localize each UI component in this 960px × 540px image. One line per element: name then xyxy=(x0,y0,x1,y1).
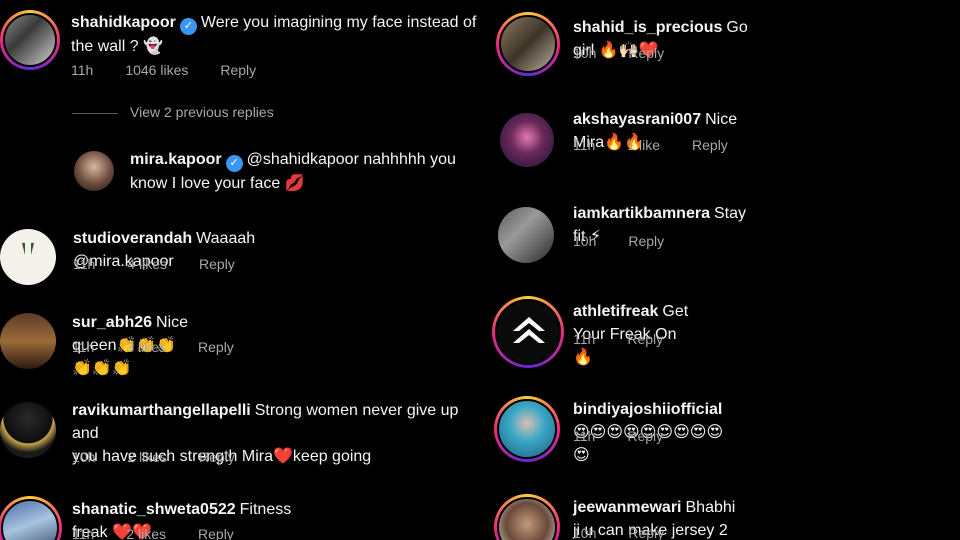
comment-username[interactable]: athletifreak xyxy=(573,303,658,320)
comment-username[interactable]: shahid_is_precious xyxy=(573,19,722,36)
avatar[interactable] xyxy=(494,396,560,462)
comment-likes[interactable]: 4 likes xyxy=(127,256,167,272)
comment-likes[interactable]: 3 likes xyxy=(126,339,166,355)
avatar[interactable] xyxy=(0,313,56,369)
comment-username[interactable]: iamkartikbamnera xyxy=(573,205,710,222)
avatar[interactable] xyxy=(0,10,60,70)
reply-button[interactable]: Reply xyxy=(199,256,235,272)
athletifreak-logo-icon xyxy=(513,317,545,343)
comment-username[interactable]: shahidkapoor xyxy=(71,14,176,31)
avatar[interactable] xyxy=(498,207,554,263)
avatar[interactable] xyxy=(74,151,114,191)
avatar[interactable] xyxy=(494,494,560,540)
avatar[interactable] xyxy=(0,402,56,458)
comment-likes[interactable]: 2 likes xyxy=(127,449,167,465)
comment-text-cont: know I love your face 💋 xyxy=(130,175,305,192)
avatar[interactable] xyxy=(500,113,554,167)
comment-time: 10h xyxy=(573,45,597,61)
comment-username[interactable]: mira.kapoor xyxy=(130,151,222,168)
comment-time: 10h xyxy=(72,449,96,465)
comment-username[interactable]: akshayasrani007 xyxy=(573,111,701,128)
comment-text: Were you imagining my face instead of xyxy=(200,14,477,31)
view-previous-replies[interactable]: View 2 previous replies xyxy=(72,104,274,120)
comment-time: 11h xyxy=(73,256,96,272)
reply-button[interactable]: Reply xyxy=(220,62,256,78)
reply-button[interactable]: Reply xyxy=(628,45,664,61)
comment-time: 11h xyxy=(573,137,596,153)
comment-time: 11h xyxy=(72,526,95,540)
avatar[interactable] xyxy=(0,496,62,540)
comment-username[interactable]: bindiyajoshiiofficial xyxy=(573,401,722,418)
reply-button[interactable]: Reply xyxy=(627,331,663,347)
reply-button[interactable]: Reply xyxy=(692,137,728,153)
comment-time: 11h xyxy=(72,339,95,355)
comment-time: 11h xyxy=(71,62,94,78)
reply-button[interactable]: Reply xyxy=(628,233,664,249)
comments-column-left: shahidkapoor ✓ Were you imagining my face … xyxy=(0,0,480,540)
comments-column-right: shahid_is_precious Go girl 🔥🙌🏻❤️ 10h Reply… xyxy=(480,0,960,540)
reply-button[interactable]: Reply xyxy=(198,526,234,540)
comment-likes[interactable]: 2 likes xyxy=(126,526,166,540)
comment-time: 11h xyxy=(573,428,596,444)
comment-time: 10h xyxy=(573,233,597,249)
comment-text-cont: the wall ? 👻 xyxy=(71,38,163,55)
divider-line xyxy=(72,112,118,114)
reply-button[interactable]: Reply xyxy=(198,339,234,355)
reply-button[interactable]: Reply xyxy=(199,449,235,465)
comment-username[interactable]: jeewanmewari xyxy=(573,499,682,516)
reply-button[interactable]: Reply xyxy=(628,525,664,540)
avatar[interactable] xyxy=(496,12,560,76)
comment-likes[interactable]: 1 like xyxy=(627,137,660,153)
comment-time: 11h xyxy=(573,331,596,347)
comment-time: 10h xyxy=(573,525,597,540)
comment-username[interactable]: sur_abh26 xyxy=(72,314,152,331)
avatar[interactable] xyxy=(492,296,564,368)
comment-likes[interactable]: 1046 likes xyxy=(125,62,188,78)
verified-badge-icon: ✓ xyxy=(179,18,197,35)
comment-text: @shahidkapoor nahhhhh you xyxy=(246,151,456,168)
verified-badge-icon: ✓ xyxy=(225,155,243,172)
comment-username[interactable]: ravikumarthangellapelli xyxy=(72,402,251,419)
avatar[interactable] xyxy=(0,229,56,285)
comment-username[interactable]: shanatic_shweta0522 xyxy=(72,501,236,518)
reply-button[interactable]: Reply xyxy=(627,428,663,444)
comment-username[interactable]: studioverandah xyxy=(73,230,192,247)
